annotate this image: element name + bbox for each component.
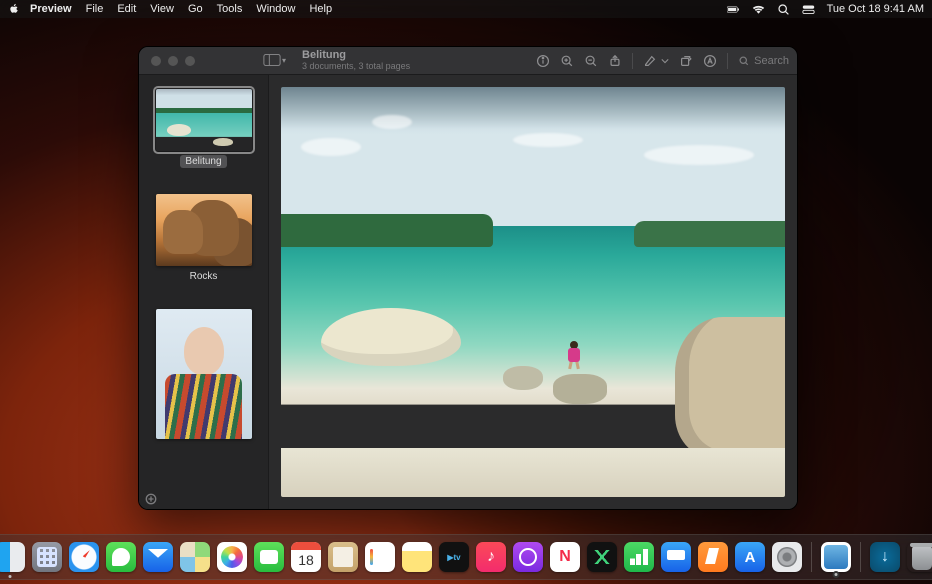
window-body: Belitung Rocks (139, 75, 797, 509)
zoom-out-button[interactable] (584, 54, 598, 68)
dock-app-preview[interactable] (821, 542, 851, 572)
dock-app-facetime[interactable] (254, 542, 284, 572)
menubar-menus: Preview File Edit View Go Tools Window H… (30, 3, 332, 15)
dock-app-music[interactable] (476, 542, 506, 572)
dock-app-launchpad[interactable] (32, 542, 62, 572)
window-title: Belitung (302, 50, 410, 62)
wifi-icon[interactable] (752, 3, 765, 16)
search-placeholder: Search (754, 55, 789, 67)
search-icon (738, 55, 750, 67)
main-image (281, 87, 785, 497)
chevron-down-icon: ▾ (282, 56, 286, 65)
menubar-clock[interactable]: Tue Oct 18 9:41 AM (827, 3, 924, 15)
window-traffic-lights (139, 56, 257, 66)
sidebar-add-button[interactable] (145, 493, 157, 505)
spotlight-icon[interactable] (777, 3, 790, 16)
menubar-item-go[interactable]: Go (188, 3, 203, 15)
image-viewport[interactable] (269, 75, 797, 509)
toolbar-separator (727, 53, 728, 69)
menubar: Preview File Edit View Go Tools Window H… (0, 0, 932, 18)
window-title-block: Belitung 3 documents, 3 total pages (302, 50, 410, 71)
toolbar-separator (632, 53, 633, 69)
menubar-item-edit[interactable]: Edit (117, 3, 136, 15)
menubar-item-window[interactable]: Window (256, 3, 295, 15)
highlight-menu-button[interactable] (661, 57, 669, 65)
dock-stack-downloads[interactable] (870, 542, 900, 572)
dock-app-podcasts[interactable] (513, 542, 543, 572)
share-button[interactable] (608, 54, 622, 68)
thumbnail-image (156, 309, 252, 439)
dock-app-messages[interactable] (106, 542, 136, 572)
window-titlebar[interactable]: ▾ Belitung 3 documents, 3 total pages Se… (139, 47, 797, 75)
dock-app-news[interactable] (550, 542, 580, 572)
dock-app-stocks[interactable] (587, 542, 617, 572)
dock (0, 534, 932, 580)
thumbnail-item[interactable] (156, 309, 252, 439)
thumbnail-item[interactable]: Belitung (156, 89, 252, 168)
dock-app-tv[interactable] (439, 542, 469, 572)
dock-app-numbers[interactable] (624, 542, 654, 572)
dock-app-notes[interactable] (402, 542, 432, 572)
thumbnail-label: Belitung (180, 155, 226, 168)
sidebar-toggle-button[interactable]: ▾ (263, 53, 286, 67)
dock-app-keynote[interactable] (661, 542, 691, 572)
toolbar-right: Search (536, 53, 797, 69)
menubar-item-help[interactable]: Help (309, 3, 332, 15)
apple-menu[interactable] (8, 3, 20, 15)
dock-divider (860, 542, 861, 572)
dock-app-safari[interactable] (69, 542, 99, 572)
dock-app-contacts[interactable] (328, 542, 358, 572)
menubar-app-name[interactable]: Preview (30, 3, 72, 15)
dock-divider (811, 542, 812, 572)
rotate-button[interactable] (679, 54, 693, 68)
preview-window: ▾ Belitung 3 documents, 3 total pages Se… (138, 46, 798, 510)
thumbnail-sidebar[interactable]: Belitung Rocks (139, 75, 269, 509)
control-center-icon[interactable] (802, 3, 815, 16)
window-minimize-button[interactable] (168, 56, 178, 66)
dock-app-mail[interactable] (143, 542, 173, 572)
thumbnail-item[interactable]: Rocks (156, 194, 252, 283)
dock-app-finder[interactable] (0, 542, 25, 572)
thumbnail-image (156, 194, 252, 266)
menubar-item-file[interactable]: File (86, 3, 104, 15)
window-zoom-button[interactable] (185, 56, 195, 66)
dock-app-calendar[interactable] (291, 542, 321, 572)
dock-app-pages[interactable] (698, 542, 728, 572)
thumbnail-label: Rocks (185, 270, 223, 283)
menubar-item-tools[interactable]: Tools (217, 3, 243, 15)
thumbnail-image (156, 89, 252, 151)
toolbar-search[interactable]: Search (738, 55, 789, 67)
markup-button[interactable] (703, 54, 717, 68)
dock-app-appstore[interactable] (735, 542, 765, 572)
dock-app-reminders[interactable] (365, 542, 395, 572)
menubar-item-view[interactable]: View (150, 3, 174, 15)
zoom-in-button[interactable] (560, 54, 574, 68)
dock-app-settings[interactable] (772, 542, 802, 572)
menubar-right: Tue Oct 18 9:41 AM (727, 3, 924, 16)
dock-app-photos[interactable] (217, 542, 247, 572)
highlight-button[interactable] (643, 54, 657, 68)
window-close-button[interactable] (151, 56, 161, 66)
battery-icon[interactable] (727, 3, 740, 16)
dock-app-maps[interactable] (180, 542, 210, 572)
toolbar-left: ▾ Belitung 3 documents, 3 total pages (257, 50, 410, 71)
dock-trash[interactable] (907, 542, 932, 572)
info-button[interactable] (536, 54, 550, 68)
window-subtitle: 3 documents, 3 total pages (302, 62, 410, 71)
